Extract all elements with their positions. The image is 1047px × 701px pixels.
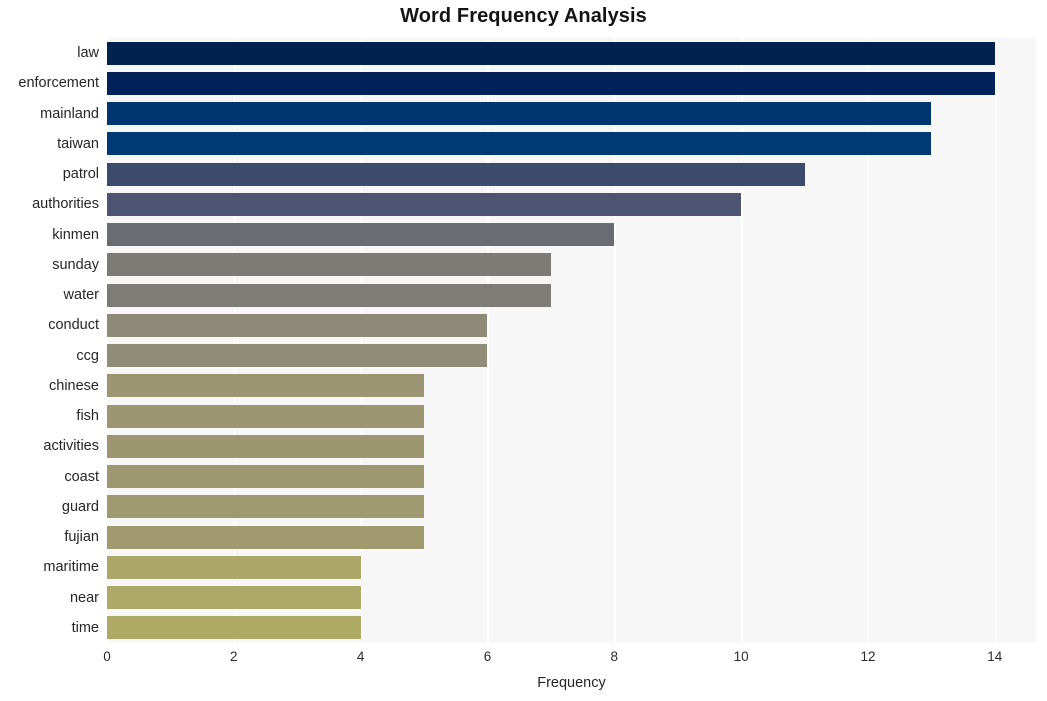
y-tick-taiwan: taiwan bbox=[57, 135, 99, 152]
bar-row[interactable] bbox=[107, 522, 1036, 552]
bar-guard[interactable] bbox=[107, 495, 425, 519]
y-tick-enforcement: enforcement bbox=[18, 75, 99, 92]
bar-taiwan[interactable] bbox=[107, 132, 932, 156]
x-axis-label: Frequency bbox=[537, 675, 606, 691]
bar-fujian[interactable] bbox=[107, 525, 425, 549]
bar-authorities[interactable] bbox=[107, 192, 742, 216]
bar-row[interactable] bbox=[107, 220, 1036, 250]
y-tick-patrol: patrol bbox=[62, 166, 99, 183]
bar-row[interactable] bbox=[107, 462, 1036, 492]
chart-title: Word Frequency Analysis bbox=[400, 5, 647, 27]
y-tick-conduct: conduct bbox=[48, 317, 99, 334]
y-tick-water: water bbox=[63, 287, 99, 304]
bar-ccg[interactable] bbox=[107, 344, 488, 368]
y-tick-fish: fish bbox=[76, 408, 99, 425]
x-tick-4: 4 bbox=[356, 649, 365, 664]
bar-law[interactable] bbox=[107, 41, 995, 65]
bar-time[interactable] bbox=[107, 616, 361, 640]
bar-row[interactable] bbox=[107, 310, 1036, 340]
x-tick-10: 10 bbox=[733, 649, 749, 664]
bar-sunday[interactable] bbox=[107, 253, 551, 277]
y-tick-kinmen: kinmen bbox=[52, 226, 99, 243]
bar-enforcement[interactable] bbox=[107, 71, 995, 95]
bar-mainland[interactable] bbox=[107, 102, 932, 126]
bar-row[interactable] bbox=[107, 431, 1036, 461]
y-tick-near: near bbox=[69, 589, 99, 606]
y-tick-law: law bbox=[77, 45, 99, 62]
y-tick-maritime: maritime bbox=[43, 559, 99, 576]
x-tick-12: 12 bbox=[860, 649, 876, 664]
bar-row[interactable] bbox=[107, 492, 1036, 522]
bar-coast[interactable] bbox=[107, 465, 425, 489]
bar-row[interactable] bbox=[107, 401, 1036, 431]
bar-row[interactable] bbox=[107, 68, 1036, 98]
bar-row[interactable] bbox=[107, 129, 1036, 159]
bar-row[interactable] bbox=[107, 341, 1036, 371]
plot-area bbox=[107, 38, 1036, 643]
bar-row[interactable] bbox=[107, 250, 1036, 280]
bar-row[interactable] bbox=[107, 99, 1036, 129]
bar-patrol[interactable] bbox=[107, 162, 805, 186]
x-tick-6: 6 bbox=[483, 649, 492, 664]
bar-chinese[interactable] bbox=[107, 374, 425, 398]
y-tick-time: time bbox=[71, 619, 99, 636]
bar-row[interactable] bbox=[107, 583, 1036, 613]
x-tick-8: 8 bbox=[610, 649, 619, 664]
bar-row[interactable] bbox=[107, 371, 1036, 401]
y-tick-fujian: fujian bbox=[64, 529, 99, 546]
bar-activities[interactable] bbox=[107, 434, 425, 458]
bar-kinmen[interactable] bbox=[107, 223, 615, 247]
x-tick-0: 0 bbox=[103, 649, 111, 664]
bar-row[interactable] bbox=[107, 159, 1036, 189]
bar-row[interactable] bbox=[107, 613, 1036, 643]
chart-figure: Word Frequency Analysis law enforcement ma… bbox=[0, 0, 1047, 701]
y-tick-mainland: mainland bbox=[40, 105, 99, 122]
bar-row[interactable] bbox=[107, 280, 1036, 310]
x-tick-14: 14 bbox=[987, 649, 1003, 664]
y-tick-sunday: sunday bbox=[52, 256, 99, 273]
bar-maritime[interactable] bbox=[107, 555, 361, 579]
y-tick-authorities: authorities bbox=[32, 196, 99, 213]
x-tick-2: 2 bbox=[230, 649, 238, 664]
y-tick-guard: guard bbox=[61, 498, 99, 515]
y-tick-coast: coast bbox=[64, 468, 99, 485]
bar-conduct[interactable] bbox=[107, 313, 488, 337]
bar-water[interactable] bbox=[107, 283, 551, 307]
bar-near[interactable] bbox=[107, 586, 361, 610]
y-tick-ccg: ccg bbox=[76, 347, 99, 364]
bar-row[interactable] bbox=[107, 552, 1036, 582]
bar-fish[interactable] bbox=[107, 404, 425, 428]
bar-row[interactable] bbox=[107, 189, 1036, 219]
bar-row[interactable] bbox=[107, 38, 1036, 68]
y-tick-activities: activities bbox=[43, 438, 99, 455]
y-tick-chinese: chinese bbox=[49, 377, 99, 394]
